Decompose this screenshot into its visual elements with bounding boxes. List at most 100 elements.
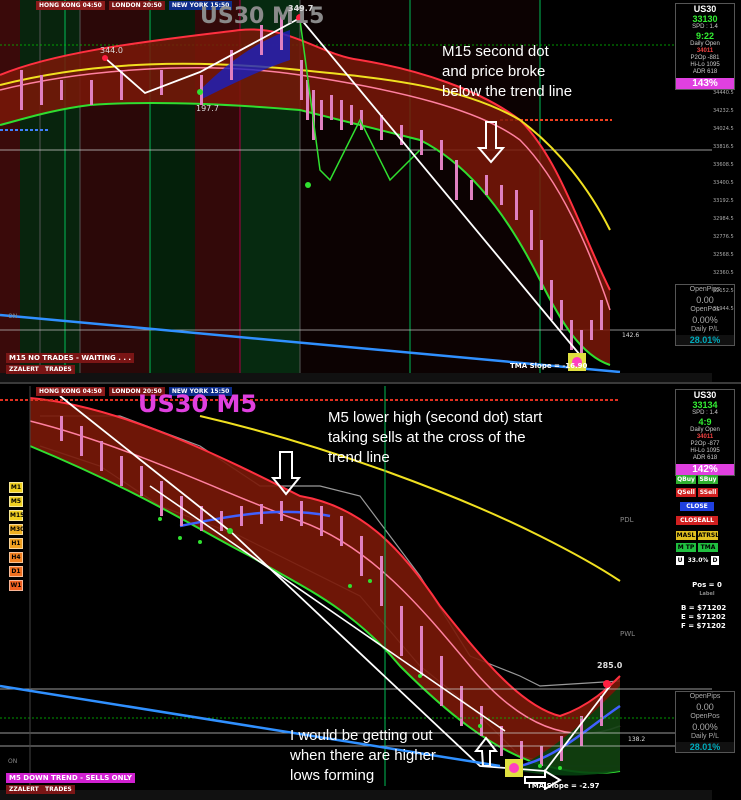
annotation-line: I would be getting out [290,727,433,744]
price-axis-label: 34024.5 [713,126,734,132]
mtp-button[interactable]: M TP [676,543,696,552]
sbuy-button[interactable]: SBuy [698,475,718,484]
close-button[interactable]: CLOSE [680,502,714,511]
adr-percent: 143% [676,78,734,89]
ssell-button[interactable]: SSell [698,488,718,497]
high-dot [102,55,108,61]
annotation-text: M15 second dot and price broke below the… [442,42,572,102]
pdl-label: PDL [620,516,634,524]
p2p: P2Op -877 [690,441,720,447]
open-pos-value: 0.00% [692,315,718,325]
low-dot [197,89,203,95]
hilo: Hi-Lo 1095 [690,62,720,68]
trades-button[interactable]: TRADES [42,365,75,374]
price-axis-label: 33400.5 [713,180,734,186]
countdown: 9:22 [695,31,714,41]
timeframe-button-m30[interactable]: M30 [9,524,24,535]
up-risk-button[interactable]: U [676,556,684,565]
timeframe-button-h1[interactable]: H1 [9,538,23,549]
zigzag-dot [305,182,311,188]
spread: SPD : 1.4 [692,24,718,30]
annotation-text: M5 lower high (second dot) start taking … [328,408,542,468]
price-axis-label: 32776.5 [713,234,734,240]
annotation-line: lows forming [290,767,375,784]
status-banner: M15 NO TRADES - WAITING . . . [6,353,135,363]
open-pos-value: 0.00% [692,722,718,732]
down-risk-button[interactable]: D [711,556,719,565]
on-toggle[interactable]: ON [8,758,17,765]
adr-percent: 142% [676,464,734,475]
level-value: 142.6 [622,332,640,339]
daily-pl-label: Daily P/L [690,326,719,333]
price-axis-label: 32568.5 [713,252,734,258]
price-axis-label: 34440.5 [713,90,734,96]
daily-open: 34011 [696,434,714,440]
closeall-button[interactable]: CLOSEALL [676,516,718,525]
zzalert-button[interactable]: ZZALERT [6,785,42,794]
equity: E = $71202 [681,613,726,621]
tma-slope: TMA Slope = -16.90 [510,362,588,370]
trades-button[interactable]: TRADES [42,785,75,794]
price-axis-label: 33608.5 [713,162,734,168]
annotation-line: taking sells at the cross of the [328,429,526,446]
position-count: Pos = 0 [692,581,722,589]
annotation-line: when there are higher [290,747,436,764]
timeframe-button-m15[interactable]: M15 [9,510,24,521]
high-dot [603,680,611,688]
timeframe-button-m5[interactable]: M5 [9,496,23,507]
time-axis [0,790,712,800]
m15-chart-panel[interactable]: HONG KONG 04:50 LONDON 20:50 NEW YORK 15… [0,0,741,384]
free-margin: F = $71202 [681,622,726,630]
pwl-label: PWL [620,630,636,638]
pips-panel: OpenPips 0.00 OpenPos 0.00% Daily P/L 28… [675,691,735,753]
daily-pl-value: 28.01% [676,335,734,345]
annotation-line: M15 second dot [442,43,549,60]
price-axis-label: 34232.5 [713,108,734,114]
on-toggle[interactable]: ON [8,313,17,320]
symbol: US30 [693,4,717,14]
m15-chart-canvas[interactable] [0,0,741,382]
daily-open-label: Daily Open [690,41,720,47]
qbuy-button[interactable]: QBuy [676,475,696,484]
tma-slope: TMA Slope = -2.97 [527,782,600,790]
open-pos-label: OpenPos [690,713,720,720]
daily-pl-value: 28.01% [676,742,734,752]
tmatp-button[interactable]: TMA TP [698,543,718,560]
position-box: Pos = 0 Label [681,581,733,599]
annotation-text-exit: I would be getting out when there are hi… [290,726,436,786]
adr: ADR 618 [692,455,718,461]
price-axis-label: 33192.5 [713,198,734,204]
session-hong-kong: HONG KONG 04:50 [36,1,105,10]
symbol-info-box: US30 33130 SPD : 1.4 9:22 Daily Open 340… [675,3,735,90]
level-value: 138.2 [628,736,646,743]
low-dot [227,528,233,534]
balance: B = $71202 [681,604,727,612]
signal-dot [509,763,519,773]
chart-title: US30 M5 [138,390,258,418]
daily-pl-label: Daily P/L [690,733,719,740]
daily-open-label: Daily Open [690,427,720,433]
zzalert-button[interactable]: ZZALERT [6,365,42,374]
timeframe-button-w1[interactable]: W1 [9,580,23,591]
masl-button[interactable]: MASL [676,531,696,540]
session-hong-kong: HONG KONG 04:50 [36,387,105,396]
price-axis-label: 32984.5 [713,216,734,222]
annotation-line: M5 lower high (second dot) start [328,409,543,426]
annotation-line: trend line [328,449,390,466]
m5-chart-panel[interactable]: HONG KONG 04:50 LONDON 20:50 NEW YORK 15… [0,386,741,800]
qsell-button[interactable]: QSell [676,488,696,497]
low-label: 197.7 [196,104,219,113]
adr: ADR 618 [692,69,718,75]
timeframe-button-h4[interactable]: H4 [9,552,23,563]
time-axis [0,373,712,382]
atrsl-button[interactable]: ATRSL [698,531,719,540]
price-axis-label: 31944.5 [713,306,734,312]
countdown: 4:9 [698,417,712,427]
timeframe-button-d1[interactable]: D1 [9,566,23,577]
price-axis-label: 33816.5 [713,144,734,150]
session-london: LONDON 20:50 [108,1,165,10]
timeframe-button-m1[interactable]: M1 [9,482,23,493]
annotation-line: and price broke [442,63,546,80]
current-price: 33130 [692,14,718,24]
session-band [0,0,20,382]
